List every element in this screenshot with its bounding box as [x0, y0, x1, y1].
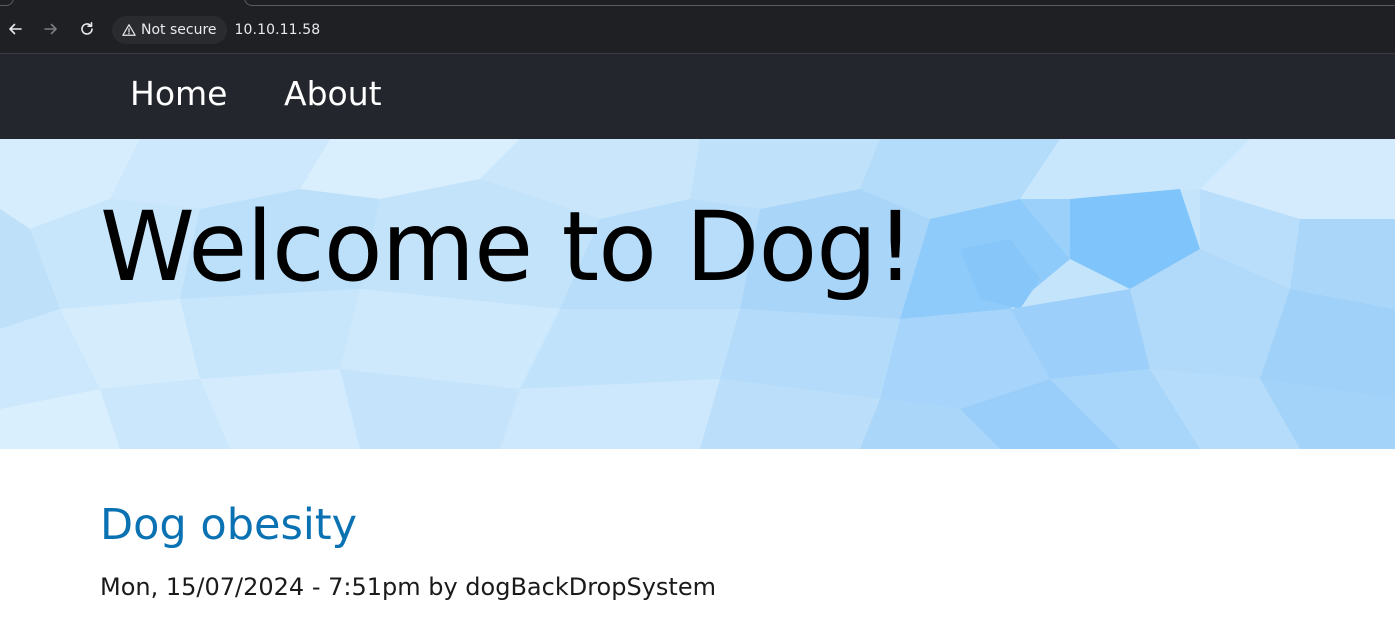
- article-meta: Mon, 15/07/2024 - 7:51pm by dogBackDropS…: [100, 573, 716, 601]
- site-navbar: Home About: [0, 54, 1395, 139]
- browser-toolbar: Not secure 10.10.11.58: [0, 0, 1395, 54]
- nav-link-home[interactable]: Home: [130, 74, 227, 113]
- arrow-right-icon: [44, 23, 57, 35]
- reload-button[interactable]: [76, 18, 98, 40]
- hero-banner: Welcome to Dog!: [0, 139, 1395, 449]
- warning-triangle-icon: [122, 24, 136, 36]
- security-label: Not secure: [141, 22, 217, 38]
- back-button[interactable]: [4, 18, 26, 40]
- arrow-left-icon: [9, 23, 22, 35]
- nav-link-about[interactable]: About: [284, 74, 382, 113]
- url-text[interactable]: 10.10.11.58: [235, 22, 321, 38]
- forward-button[interactable]: [40, 18, 62, 40]
- tab-edge-right: [244, 0, 1395, 6]
- security-indicator[interactable]: Not secure: [112, 16, 227, 44]
- tab-strip: [0, 0, 1395, 7]
- article-title-link[interactable]: Dog obesity: [100, 500, 357, 550]
- address-bar[interactable]: Not secure 10.10.11.58: [112, 16, 1395, 44]
- hero-title: Welcome to Dog!: [100, 191, 915, 303]
- tab-edge-left: [0, 0, 14, 6]
- reload-icon: [81, 22, 93, 35]
